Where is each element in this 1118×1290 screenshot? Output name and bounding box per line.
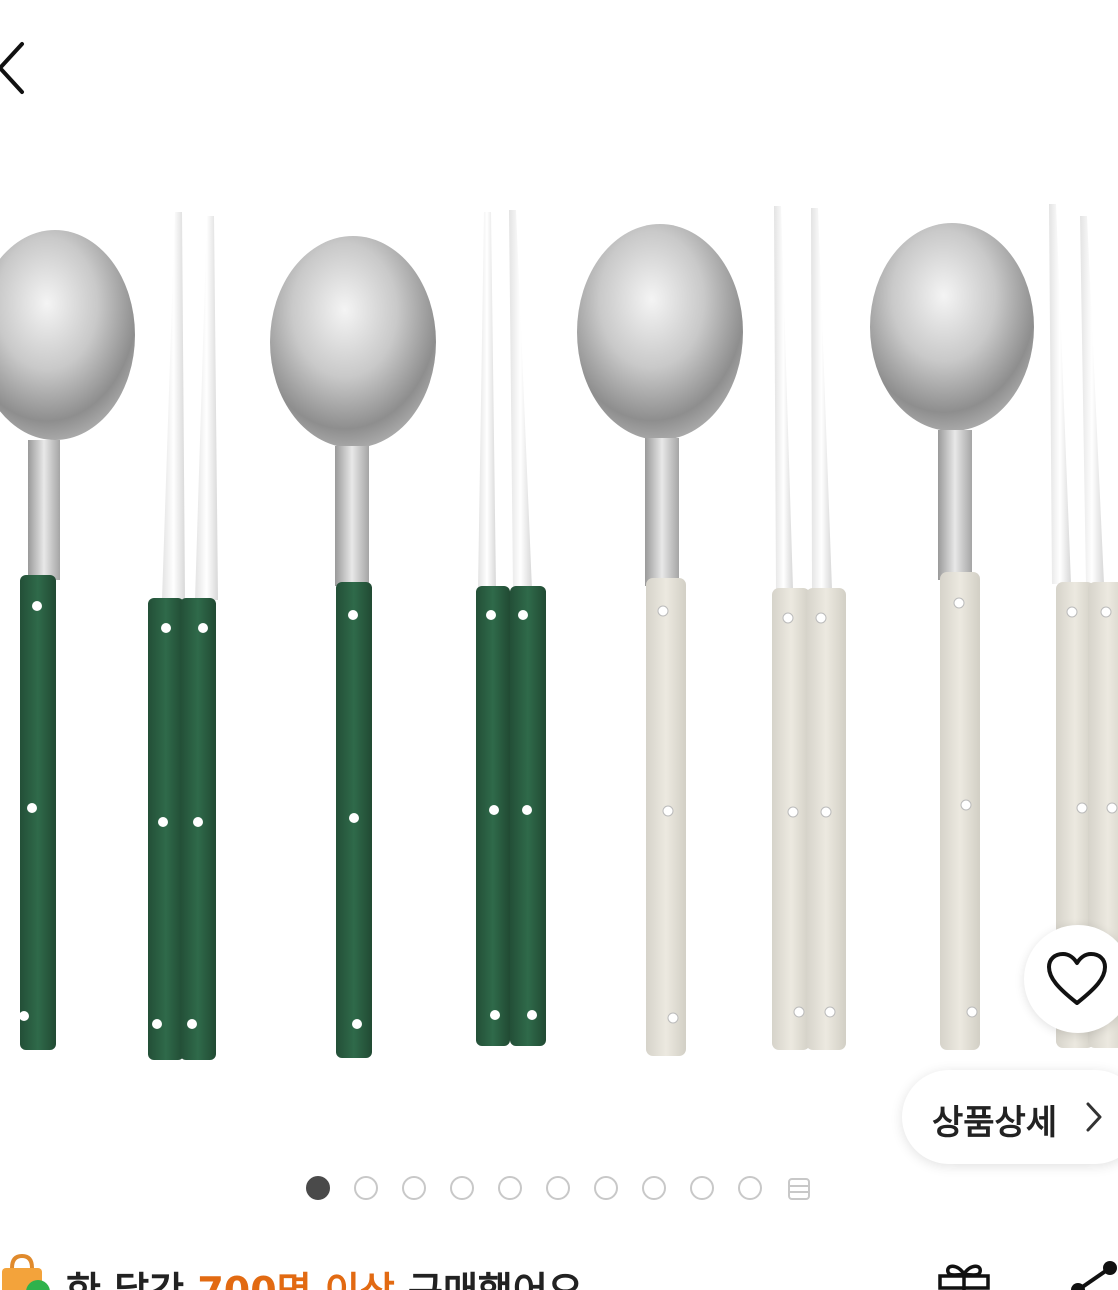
share-icon[interactable]	[1068, 1260, 1118, 1290]
pager-dot-10[interactable]	[738, 1176, 762, 1200]
pager-dot-9[interactable]	[690, 1176, 714, 1200]
spoon-cream-1	[577, 224, 743, 1056]
shopping-bag-icon	[2, 1254, 50, 1290]
spoon-green-2	[270, 236, 436, 1058]
pager-dot-7[interactable]	[594, 1176, 618, 1200]
promo-suffix: 구매했어요	[395, 1269, 583, 1290]
product-detail-label: 상품상세	[932, 1103, 1058, 1143]
product-detail-button[interactable]: 상품상세	[902, 1070, 1118, 1164]
promo-prefix: 한 달간	[66, 1269, 197, 1290]
chevron-left-icon	[0, 42, 24, 94]
pager-dot-4[interactable]	[450, 1176, 474, 1200]
chevron-right-icon	[1086, 1102, 1102, 1132]
pager-dot-3[interactable]	[402, 1176, 426, 1200]
chopsticks-green-1	[148, 212, 218, 1060]
gift-icon[interactable]	[936, 1262, 992, 1290]
list-icon[interactable]	[787, 1177, 811, 1201]
pager-dot-2[interactable]	[354, 1176, 378, 1200]
pager-dot-6[interactable]	[546, 1176, 570, 1200]
back-button[interactable]	[0, 38, 34, 98]
promo-highlight: 700명 이상	[197, 1269, 394, 1290]
spoon-cream-2	[870, 223, 1034, 1050]
pager-dot-1[interactable]	[306, 1176, 330, 1200]
promo-row: 한 달간 700명 이상 구매했어요	[0, 1248, 1118, 1290]
heart-outline-icon	[1047, 952, 1107, 1005]
purchase-count-text: 한 달간 700명 이상 구매했어요	[66, 1260, 583, 1290]
chopsticks-cream-2	[1049, 204, 1118, 1048]
pager-dot-8[interactable]	[642, 1176, 666, 1200]
chopsticks-green-2	[476, 210, 546, 1046]
chopsticks-cream-1	[772, 206, 846, 1050]
pager-dot-5[interactable]	[498, 1176, 522, 1200]
spoon-green-1	[0, 230, 135, 1050]
product-photo	[0, 204, 1118, 1060]
product-image[interactable]	[0, 150, 1118, 1080]
